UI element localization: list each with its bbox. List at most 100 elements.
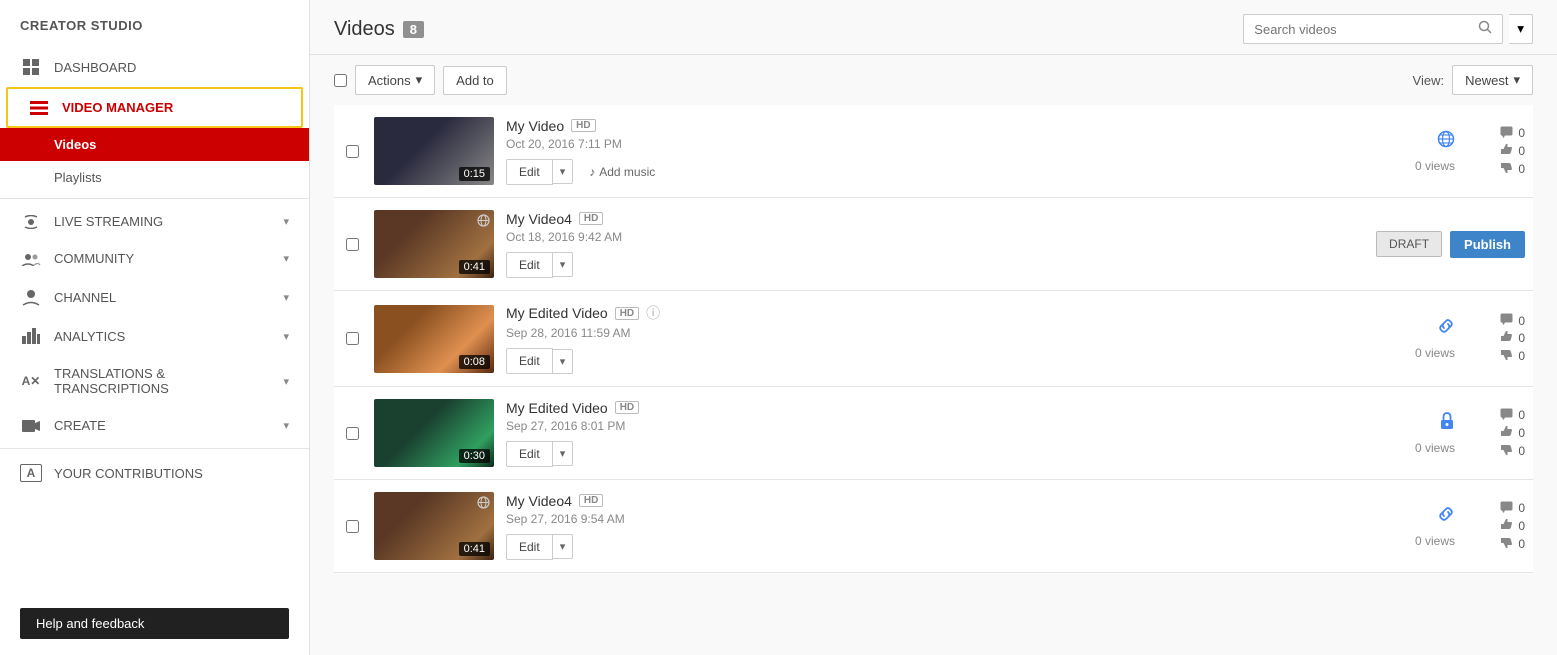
hd-badge-3: HD (615, 307, 639, 320)
select-all-checkbox[interactable] (334, 74, 347, 87)
views-text-4: 0 views (1415, 441, 1455, 455)
comments-count-1: 0 (1518, 126, 1525, 140)
publish-button-2[interactable]: Publish (1450, 231, 1525, 258)
comments-icon-3 (1500, 313, 1513, 328)
thumbs-down-icon-4 (1500, 443, 1513, 459)
thumbs-up-icon-3 (1500, 330, 1513, 346)
row-checkbox-3[interactable] (342, 332, 362, 345)
top-bar: Videos 8 ▾ (310, 0, 1557, 55)
music-note-icon: ♪ (589, 165, 595, 179)
add-to-button[interactable]: Add to (443, 66, 507, 95)
video-thumbnail-4: 0:30 (374, 399, 494, 467)
help-feedback-button[interactable]: Help and feedback (20, 608, 289, 639)
row-checkbox-2[interactable] (342, 238, 362, 251)
page-title-text: Videos (334, 18, 395, 41)
video-title-3: My Edited Video (506, 305, 608, 321)
sidebar-sub-videos[interactable]: Videos (0, 128, 309, 161)
edit-button-4[interactable]: Edit (506, 441, 553, 467)
create-icon (20, 419, 42, 433)
hd-badge-1: HD (571, 119, 595, 132)
table-row: 0:08 My Edited Video HD ⓘ Sep 28, 2016 1… (334, 291, 1533, 387)
video-info-2: My Video4 HD Oct 18, 2016 9:42 AM Edit ▾ (506, 211, 1364, 278)
hd-badge-4: HD (615, 401, 639, 414)
info-icon-3[interactable]: ⓘ (646, 303, 660, 323)
video-stats-1: 0 views (1335, 130, 1455, 173)
community-chevron: ▾ (283, 252, 289, 265)
row-checkbox-5[interactable] (342, 520, 362, 533)
sidebar-divider-2 (0, 448, 309, 449)
video-date-4: Sep 27, 2016 8:01 PM (506, 419, 1323, 433)
sidebar-item-dashboard-label: DASHBOARD (54, 60, 289, 75)
edit-caret-button-2[interactable]: ▾ (553, 252, 574, 277)
page-title: Videos 8 (334, 18, 424, 41)
dislikes-count-1: 0 (1518, 162, 1525, 176)
duration-badge-2: 0:41 (459, 260, 490, 274)
actions-button[interactable]: Actions ▾ (355, 65, 435, 95)
video-date-1: Oct 20, 2016 7:11 PM (506, 137, 1323, 151)
draft-badge-2: DRAFT (1376, 231, 1442, 257)
add-music-button-1[interactable]: ♪ Add music (581, 160, 663, 184)
sidebar-item-channel[interactable]: CHANNEL ▾ (0, 277, 309, 317)
toolbar: Actions ▾ Add to View: Newest ▾ (310, 55, 1557, 105)
video-thumbnail-1: 0:15 (374, 117, 494, 185)
dislikes-stat-1: 0 (1500, 161, 1525, 177)
sidebar-item-video-manager[interactable]: VIDEO MANAGER (6, 87, 303, 128)
live-streaming-chevron: ▾ (283, 215, 289, 228)
stats-nums-5: 0 0 0 (1475, 501, 1525, 552)
video-thumbnail-5: 0:41 (374, 492, 494, 560)
stats-nums-4: 0 0 0 (1475, 408, 1525, 459)
video-title-2: My Video4 (506, 211, 572, 227)
sidebar-item-community-label: COMMUNITY (54, 251, 271, 266)
edit-caret-button-1[interactable]: ▾ (553, 159, 574, 184)
edit-caret-button-3[interactable]: ▾ (553, 349, 574, 374)
lock-status-icon-4 (1439, 412, 1455, 435)
contributions-icon: A (20, 464, 42, 482)
sidebar-item-community[interactable]: COMMUNITY ▾ (0, 240, 309, 277)
views-text-5: 0 views (1415, 534, 1455, 548)
duration-badge-5: 0:41 (459, 542, 490, 556)
thumbs-down-icon-3 (1500, 348, 1513, 364)
translations-icon: A✕ (20, 374, 42, 388)
video-date-2: Oct 18, 2016 9:42 AM (506, 230, 1364, 244)
search-box (1243, 14, 1503, 44)
edit-button-1[interactable]: Edit (506, 159, 553, 185)
main-content: Videos 8 ▾ Actions ▾ Add to View: Newest… (310, 0, 1557, 655)
sidebar-item-contributions-label: YOUR CONTRIBUTIONS (54, 466, 289, 481)
actions-chevron-icon: ▾ (416, 72, 423, 88)
video-actions-4: Edit ▾ (506, 441, 1323, 467)
edit-caret-button-4[interactable]: ▾ (553, 441, 574, 466)
duration-badge-1: 0:15 (459, 167, 490, 181)
sidebar-item-analytics[interactable]: ANALYTICS ▾ (0, 317, 309, 355)
analytics-icon (20, 328, 42, 344)
video-manager-icon (28, 101, 50, 115)
sidebar-item-dashboard[interactable]: DASHBOARD (0, 47, 309, 87)
edit-button-5[interactable]: Edit (506, 534, 553, 560)
search-input[interactable] (1254, 22, 1472, 37)
edit-caret-button-5[interactable]: ▾ (553, 534, 574, 559)
video-date-3: Sep 28, 2016 11:59 AM (506, 326, 1323, 340)
sidebar-item-create[interactable]: CREATE ▾ (0, 407, 309, 444)
search-dropdown-button[interactable]: ▾ (1509, 14, 1533, 44)
edit-btn-wrap-2: Edit ▾ (506, 252, 573, 278)
sidebar-sub-playlists[interactable]: Playlists (0, 161, 309, 194)
sidebar-item-contributions[interactable]: A YOUR CONTRIBUTIONS (0, 453, 309, 493)
dashboard-icon (20, 58, 42, 76)
video-info-1: My Video HD Oct 20, 2016 7:11 PM Edit ▾ … (506, 118, 1323, 185)
views-text-1: 0 views (1415, 159, 1455, 173)
sidebar-item-video-manager-label: VIDEO MANAGER (62, 100, 281, 115)
edit-button-3[interactable]: Edit (506, 348, 553, 374)
row-checkbox-4[interactable] (342, 427, 362, 440)
search-button[interactable] (1478, 20, 1492, 38)
row-checkbox-1[interactable] (342, 145, 362, 158)
video-info-3: My Edited Video HD ⓘ Sep 28, 2016 11:59 … (506, 303, 1323, 374)
stats-nums-1: 0 0 0 (1475, 126, 1525, 177)
sidebar-item-live-streaming[interactable]: LIVE STREAMING ▾ (0, 203, 309, 240)
sidebar-divider-1 (0, 198, 309, 199)
sidebar-item-translations[interactable]: A✕ TRANSLATIONS & TRANSCRIPTIONS ▾ (0, 355, 309, 407)
newest-button[interactable]: Newest ▾ (1452, 65, 1533, 95)
edit-button-2[interactable]: Edit (506, 252, 553, 278)
sidebar-item-create-label: CREATE (54, 418, 271, 433)
edit-btn-wrap-1: Edit ▾ (506, 159, 573, 185)
live-streaming-icon (20, 215, 42, 229)
sidebar-item-analytics-label: ANALYTICS (54, 329, 271, 344)
